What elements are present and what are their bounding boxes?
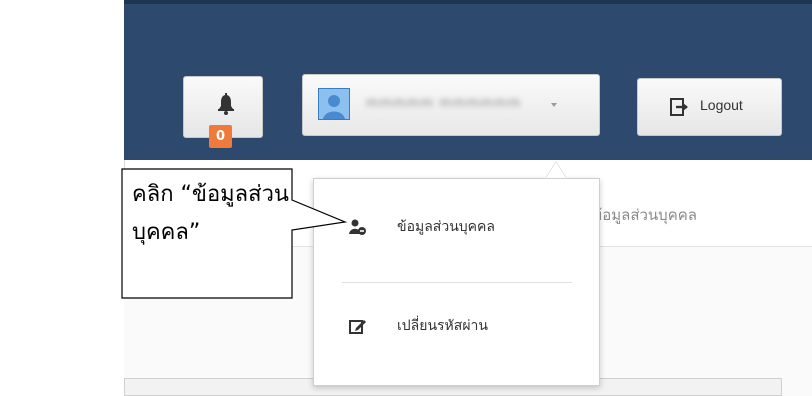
logout-icon: [670, 98, 688, 116]
menu-divider: [342, 282, 572, 283]
dropdown-pointer: [546, 162, 566, 178]
user-avatar-icon: [318, 88, 350, 120]
menu-item-profile-label: ข้อมูลส่วนบุคคล: [397, 219, 495, 235]
user-profile-icon: [349, 219, 366, 235]
callout-line-1: คลิก “ข้อมูลส่วน: [132, 182, 289, 207]
notification-count-badge: 0: [209, 125, 232, 148]
edit-icon: [349, 320, 366, 334]
logout-label: Logout: [700, 97, 743, 113]
callout-line-2: บุคคล”: [132, 220, 201, 245]
page-title: ข้อมูลส่วนบุคคล: [592, 206, 697, 224]
menu-item-change-password[interactable]: เปลี่ยนรหัสผ่าน: [327, 306, 583, 346]
menu-item-profile[interactable]: ข้อมูลส่วนบุคคล: [327, 207, 583, 247]
username-text: mmmmm mmmmmm: [366, 96, 522, 111]
bell-icon[interactable]: [217, 93, 235, 117]
callout-text: คลิก “ข้อมูลส่วน บุคคล”: [132, 176, 292, 252]
chevron-down-icon: [551, 103, 557, 107]
menu-item-change-password-label: เปลี่ยนรหัสผ่าน: [397, 318, 488, 334]
screenshot-page: 0 mmmmm mmmmmm Logout ข้อมูลส่วนบุคคล ข้…: [0, 0, 812, 396]
